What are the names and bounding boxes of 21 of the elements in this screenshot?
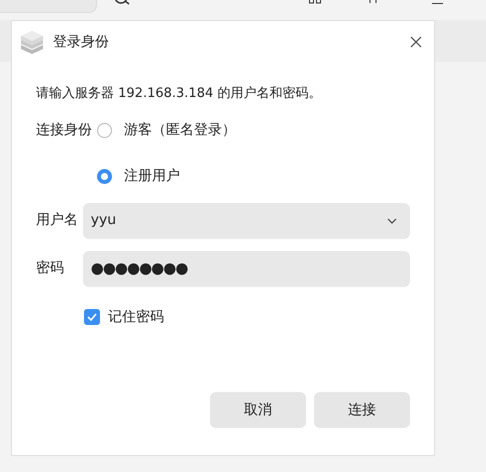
radio-button[interactable] — [97, 168, 112, 184]
grid-icon — [309, 0, 322, 4]
dialog-title: 登录身份 — [53, 32, 109, 52]
identity-label: 连接身份 — [36, 120, 93, 140]
prompt-text: 请输入服务器 192.168.3.184 的用户名和密码。 — [36, 85, 322, 103]
chevron-down-icon — [387, 218, 397, 224]
disk-stack-icon — [19, 30, 45, 54]
search-icon — [113, 0, 131, 5]
username-label: 用户名 — [36, 211, 79, 230]
radio-label[interactable]: 注册用户 — [124, 166, 180, 186]
dialog-button[interactable]: 取消 — [210, 392, 306, 428]
password-field[interactable]: ●●●●●●●● — [82, 250, 410, 286]
checkbox-label[interactable]: 记住密码 — [108, 306, 164, 328]
check-icon — [87, 313, 97, 321]
radio-button[interactable] — [97, 122, 112, 138]
dialog-button[interactable]: 连接 — [314, 392, 410, 428]
close-icon[interactable] — [410, 36, 422, 48]
password-label: 密码 — [36, 259, 65, 278]
username-dropdown[interactable]: yyu — [82, 202, 410, 238]
checkbox[interactable] — [84, 309, 100, 325]
radio-label[interactable]: 游客（匿名登录） — [124, 120, 236, 140]
